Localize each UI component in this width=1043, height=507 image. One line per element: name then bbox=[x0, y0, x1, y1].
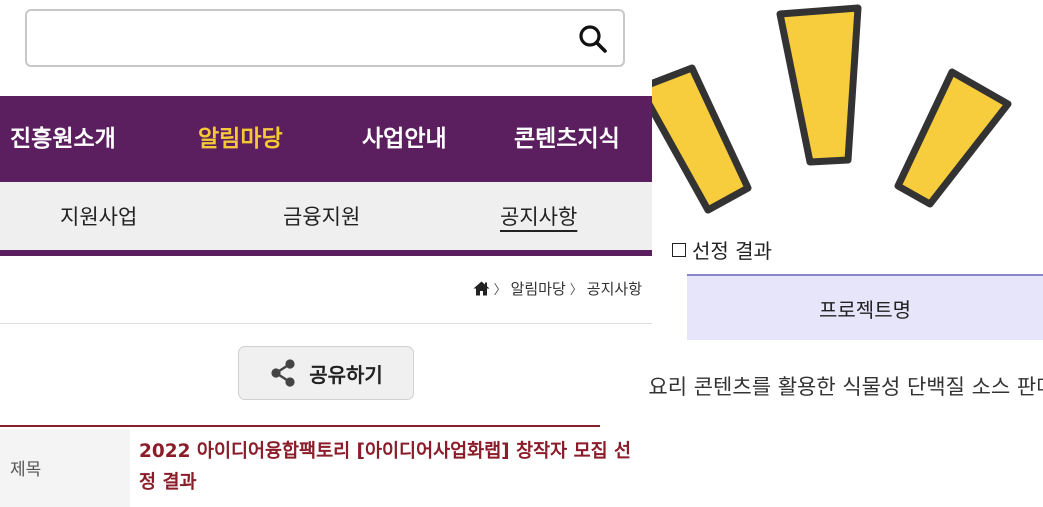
sub-nav-border bbox=[0, 250, 652, 256]
home-icon[interactable] bbox=[473, 281, 490, 296]
divider bbox=[0, 323, 652, 324]
emphasis-burst-icon bbox=[652, 4, 1012, 214]
result-row: 요리 콘텐츠를 활용한 식물성 단백질 소스 판매 bbox=[648, 375, 1043, 399]
share-icon bbox=[271, 359, 295, 387]
breadcrumb-separator-icon: 〉 bbox=[493, 283, 507, 298]
post-title-label: 제목 bbox=[10, 460, 42, 480]
checkbox-icon bbox=[672, 242, 686, 257]
main-nav: 진흥원소개 알림마당 사업안내 콘텐츠지식 bbox=[0, 96, 652, 182]
sub-nav-item-finance[interactable]: 금융지원 bbox=[283, 182, 360, 252]
search-box[interactable] bbox=[25, 9, 625, 67]
main-nav-item-notice-board[interactable]: 알림마당 bbox=[198, 96, 283, 182]
main-nav-item-content-knowledge[interactable]: 콘텐츠지식 bbox=[514, 96, 620, 182]
sub-nav: 지원사업 금융지원 공지사항 bbox=[0, 182, 652, 252]
main-nav-item-business[interactable]: 사업안내 bbox=[362, 96, 447, 182]
search-input[interactable] bbox=[39, 19, 573, 59]
breadcrumb-separator-icon: 〉 bbox=[569, 283, 583, 298]
result-column-header-label: 프로젝트명 bbox=[819, 297, 911, 322]
sub-nav-item-support[interactable]: 지원사업 bbox=[60, 182, 137, 252]
breadcrumb-item-notices[interactable]: 공지사항 bbox=[587, 278, 642, 299]
search-icon[interactable] bbox=[577, 23, 609, 55]
share-button[interactable]: 공유하기 bbox=[238, 346, 414, 400]
post-table-top-border bbox=[0, 425, 600, 427]
website-panel: 진흥원소개 알림마당 사업안내 콘텐츠지식 지원사업 금융지원 공지사항 〉 알… bbox=[0, 0, 652, 507]
result-heading-label: 선정 결과 bbox=[692, 239, 772, 263]
post-title: 2022 아이디어융합팩토리 [아이디어사업화랩] 창작자 모집 선정 결과 bbox=[139, 441, 632, 493]
announcement-image-panel: 선정 결과 프로젝트명 요리 콘텐츠를 활용한 식물성 단백질 소스 판매 bbox=[648, 0, 1043, 507]
main-nav-item-about[interactable]: 진흥원소개 bbox=[10, 96, 116, 182]
result-column-header: 프로젝트명 bbox=[687, 274, 1043, 340]
breadcrumb: 〉 알림마당 〉 공지사항 bbox=[473, 278, 642, 299]
share-button-label: 공유하기 bbox=[309, 362, 383, 387]
sub-nav-item-notices[interactable]: 공지사항 bbox=[500, 182, 577, 252]
result-heading: 선정 결과 bbox=[672, 235, 772, 264]
breadcrumb-item-notice-board[interactable]: 알림마당 bbox=[511, 278, 566, 299]
